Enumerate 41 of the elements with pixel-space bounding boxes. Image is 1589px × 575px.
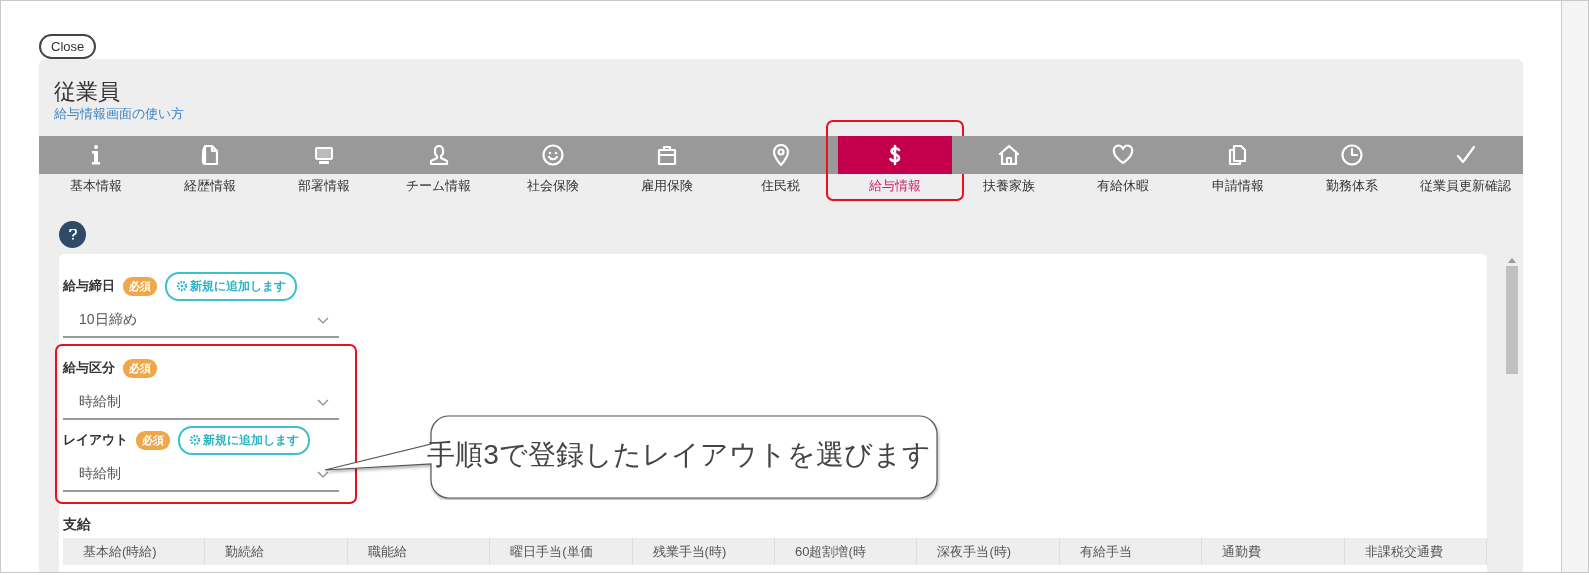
required-badge: 必須 [123, 276, 157, 296]
select-field[interactable]: 時給制 [63, 386, 339, 420]
column-header: 有給手当 [1059, 538, 1203, 565]
check-icon [1454, 144, 1477, 166]
pin-icon [770, 144, 792, 166]
house-icon [998, 144, 1021, 166]
field-label: レイアウト [63, 431, 128, 449]
monitor-icon [313, 144, 336, 166]
column-header: 曜日手当(単価 [490, 538, 633, 565]
clock-icon [1340, 144, 1363, 166]
chevron-down-icon [317, 316, 329, 324]
field-label: 給与締日 [63, 277, 115, 295]
close-button[interactable]: Close [39, 34, 97, 59]
column-header: 非課税交通費 [1344, 538, 1487, 565]
chevron-down-icon [317, 398, 329, 406]
help-button[interactable] [59, 221, 86, 248]
page-title: 従業員 [54, 79, 121, 105]
select-field[interactable]: 時給制 [63, 458, 339, 492]
column-header: 60超割増(時 [775, 538, 918, 565]
smiley-icon [541, 144, 564, 166]
briefcase-icon [655, 144, 678, 166]
copy-icon [1226, 144, 1249, 166]
person-icon [427, 144, 450, 166]
column-header: 勤続給 [205, 538, 348, 565]
section-title: 支給 [63, 516, 92, 534]
required-badge: 必須 [136, 430, 170, 450]
gear-icon [176, 280, 188, 292]
column-header: 基本給(時給) [63, 538, 206, 565]
column-header: 通勤費 [1202, 538, 1345, 565]
column-header: 深夜手当(時) [917, 538, 1060, 565]
required-badge: 必須 [123, 358, 157, 378]
select-field[interactable]: 10日締め [63, 304, 339, 338]
help-link[interactable]: 給与情報画面の使い方 [54, 105, 184, 123]
field-label: 給与区分 [63, 359, 115, 377]
callout-text: 手順3で登録したレイアウトを選びます [426, 438, 932, 472]
info-icon [92, 144, 101, 166]
column-header: 職能給 [347, 538, 491, 565]
question-icon [68, 229, 77, 240]
column-header: 残業手当(時) [632, 538, 775, 565]
gear-icon [189, 434, 201, 446]
heart-icon [1112, 144, 1135, 166]
